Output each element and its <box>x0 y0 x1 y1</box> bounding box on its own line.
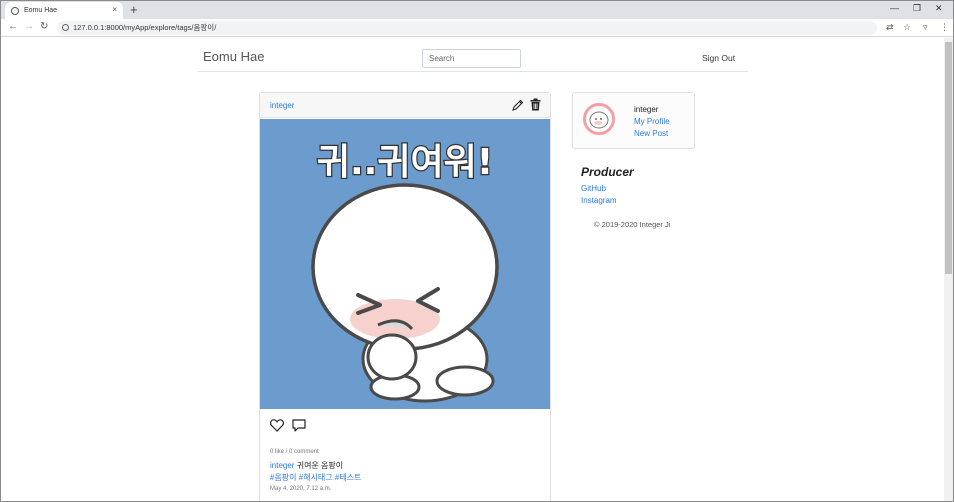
hashtag-link[interactable]: #해시태그 <box>299 473 333 482</box>
tab-close-icon[interactable]: × <box>112 5 117 14</box>
pencil-icon[interactable] <box>512 99 524 111</box>
post-stats: 0 like / 0 comment <box>270 449 319 455</box>
tab-strip: Eomu Hae × + — ❐ ✕ <box>1 1 953 19</box>
producer-heading: Producer <box>581 165 634 179</box>
caption-user-link[interactable]: integer <box>270 461 294 470</box>
address-bar[interactable]: 127.0.0.1:8000/myApp/explore/tags/옴팡이/ <box>57 21 877 35</box>
menu-kebab-icon[interactable]: ⋮ <box>940 22 949 33</box>
comment-icon[interactable] <box>292 419 307 432</box>
instagram-link[interactable]: Instagram <box>581 196 617 205</box>
copyright-text: © 2019-2020 Integer Ji <box>594 220 671 229</box>
browser-toolbar: ← → ↻ 127.0.0.1:8000/myApp/explore/tags/… <box>1 19 953 37</box>
post-header: integer <box>260 93 550 118</box>
browser-tab[interactable]: Eomu Hae × <box>5 2 123 19</box>
restore-button[interactable]: ❐ <box>913 3 921 14</box>
hashtag-link[interactable]: #옴팡이 <box>270 473 297 482</box>
url-text: 127.0.0.1:8000/myApp/explore/tags/옴팡이/ <box>73 23 217 32</box>
extension-icon[interactable]: ▿ <box>923 22 928 33</box>
scrollbar-thumb[interactable] <box>945 42 952 274</box>
profile-card: integer My Profile New Post <box>572 92 695 149</box>
cute-character-illustration: 귀..귀여워! <box>260 119 550 409</box>
post-date: May 4, 2020, 7:12 a.m. <box>270 486 332 492</box>
forward-arrow-icon[interactable]: → <box>24 21 34 33</box>
avatar[interactable] <box>583 103 615 135</box>
site-info-icon[interactable] <box>62 24 69 31</box>
globe-icon <box>11 6 19 15</box>
page-content: Eomu Hae Sign Out integer <box>1 38 945 501</box>
post-hashtags: #옴팡이 #해시태그 #테스트 <box>270 472 361 483</box>
post-author-link[interactable]: integer <box>270 101 294 110</box>
hashtag-link[interactable]: #테스트 <box>335 473 362 482</box>
bookmark-star-icon[interactable]: ☆ <box>903 22 911 33</box>
caption-text: 귀여운 옴팡이 <box>296 461 344 470</box>
post-caption: integer 귀여운 옴팡이 <box>270 460 343 471</box>
browser-window: Eomu Hae × + — ❐ ✕ ← → ↻ 127.0.0.1:8000/… <box>0 0 954 502</box>
tab-title: Eomu Hae <box>24 7 58 14</box>
profile-username: integer <box>634 105 659 114</box>
post-actions <box>270 419 307 437</box>
trash-icon[interactable] <box>530 98 541 111</box>
github-link[interactable]: GitHub <box>581 184 606 193</box>
back-arrow-icon[interactable]: ← <box>8 21 18 33</box>
heart-icon[interactable] <box>270 419 284 432</box>
post-card: integer 귀..귀여워! 0 like / 0 comment integ… <box>259 92 551 501</box>
site-header: Eomu Hae Sign Out <box>198 38 748 72</box>
minimize-button[interactable]: — <box>890 3 899 13</box>
sign-out-link[interactable]: Sign Out <box>702 53 735 63</box>
new-tab-button[interactable]: + <box>130 3 138 16</box>
image-caption-text: 귀..귀여워! <box>317 142 493 183</box>
brand-logo[interactable]: Eomu Hae <box>203 49 264 64</box>
translate-icon[interactable]: ⇄ <box>886 22 894 33</box>
new-post-link[interactable]: New Post <box>634 129 668 138</box>
avatar-character-image <box>586 106 612 132</box>
close-window-button[interactable]: ✕ <box>935 3 943 14</box>
page-scrollbar[interactable] <box>944 38 953 501</box>
my-profile-link[interactable]: My Profile <box>634 117 670 126</box>
post-image[interactable]: 귀..귀여워! <box>260 119 550 409</box>
search-input[interactable] <box>422 49 521 68</box>
reload-icon[interactable]: ↻ <box>40 21 48 33</box>
